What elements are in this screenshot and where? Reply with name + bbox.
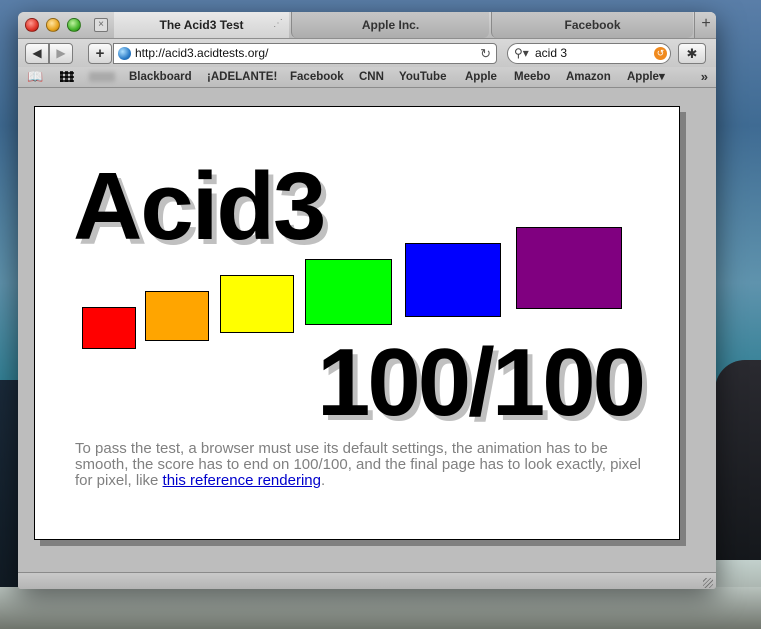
description-text: To pass the test, a browser must use its… (75, 441, 655, 489)
bookmark-meebo[interactable]: Meebo (514, 70, 550, 84)
search-query[interactable]: acid 3 (535, 44, 567, 63)
page-title: Acid3 (73, 153, 326, 260)
description-prefix: To pass the test, a browser must use its… (75, 440, 641, 489)
bookmarks-bar: 📖 Blackboard ¡ADELANTE! Facebook CNN You… (18, 67, 716, 88)
acid3-page: Acid3 100/100 To pass the test, a browse… (34, 106, 680, 540)
add-bookmark-button[interactable]: + (88, 43, 112, 64)
desktop-background-right (715, 360, 761, 560)
search-field[interactable]: ⚲▾ acid 3 ↺ (507, 43, 671, 64)
bookmark-youtube[interactable]: YouTube (399, 70, 446, 84)
status-bar (18, 572, 716, 589)
web-content: Acid3 100/100 To pass the test, a browse… (18, 88, 716, 572)
tab-resize-icon: ⋰ (273, 18, 283, 29)
back-button[interactable]: ◀ (25, 43, 49, 64)
yellow-box (220, 275, 294, 333)
minimize-window-button[interactable] (46, 18, 60, 32)
bookmark-adelante[interactable]: ¡ADELANTE! (207, 70, 277, 84)
new-tab-button[interactable]: + (694, 12, 716, 38)
zoom-window-button[interactable] (67, 18, 81, 32)
tab-apple[interactable]: Apple Inc. (291, 12, 489, 38)
clear-search-icon[interactable]: ↺ (654, 47, 667, 60)
forward-button[interactable]: ▶ (49, 43, 73, 64)
bookmark-apple-menu[interactable]: Apple▾ (627, 70, 665, 84)
tab-strip: × The Acid3 Test ⋰ Apple Inc. Facebook + (18, 12, 716, 39)
bookmark-cnn[interactable]: CNN (359, 70, 384, 84)
description-suffix: . (320, 472, 326, 489)
bookmark-blackboard[interactable]: Blackboard (129, 70, 192, 84)
desktop-background-bottom (0, 587, 761, 629)
bug-report-button[interactable]: ✱ (678, 43, 706, 64)
globe-icon (118, 47, 131, 60)
orange-box (145, 291, 209, 341)
close-window-button[interactable] (25, 18, 39, 32)
url-text[interactable]: http://acid3.acidtests.org/ (135, 44, 268, 63)
more-bookmarks-icon[interactable]: » (701, 69, 708, 84)
tab-acid3[interactable]: The Acid3 Test (114, 12, 289, 38)
blue-box (405, 243, 501, 317)
score-text: 100/100 (316, 329, 646, 436)
reload-icon[interactable]: ↻ (480, 44, 491, 63)
tab-label: The Acid3 Test (159, 18, 244, 32)
bookmarks-book-icon[interactable]: 📖 (27, 69, 43, 85)
bookmark-amazon[interactable]: Amazon (566, 70, 611, 84)
blurred-bookmark[interactable] (89, 72, 115, 82)
reference-rendering-link[interactable]: this reference rendering (163, 472, 321, 489)
browser-window: × The Acid3 Test ⋰ Apple Inc. Facebook +… (18, 12, 716, 589)
tab-label: Facebook (564, 18, 621, 32)
resize-grip-icon[interactable] (703, 578, 713, 588)
tab-facebook[interactable]: Facebook (491, 12, 693, 38)
bookmark-facebook[interactable]: Facebook (290, 70, 344, 84)
green-box (305, 259, 392, 325)
top-sites-grid-icon[interactable] (60, 71, 74, 82)
navigation-toolbar: ◀ ▶ + http://acid3.acidtests.org/ ↻ ⚲▾ a… (18, 39, 716, 67)
purple-box (516, 227, 622, 309)
tab-label: Apple Inc. (361, 18, 420, 32)
red-box (82, 307, 136, 349)
address-bar[interactable]: http://acid3.acidtests.org/ ↻ (113, 43, 497, 64)
search-icon[interactable]: ⚲▾ (514, 44, 529, 63)
close-tab-icon[interactable]: × (94, 18, 108, 32)
bookmark-apple[interactable]: Apple (465, 70, 497, 84)
